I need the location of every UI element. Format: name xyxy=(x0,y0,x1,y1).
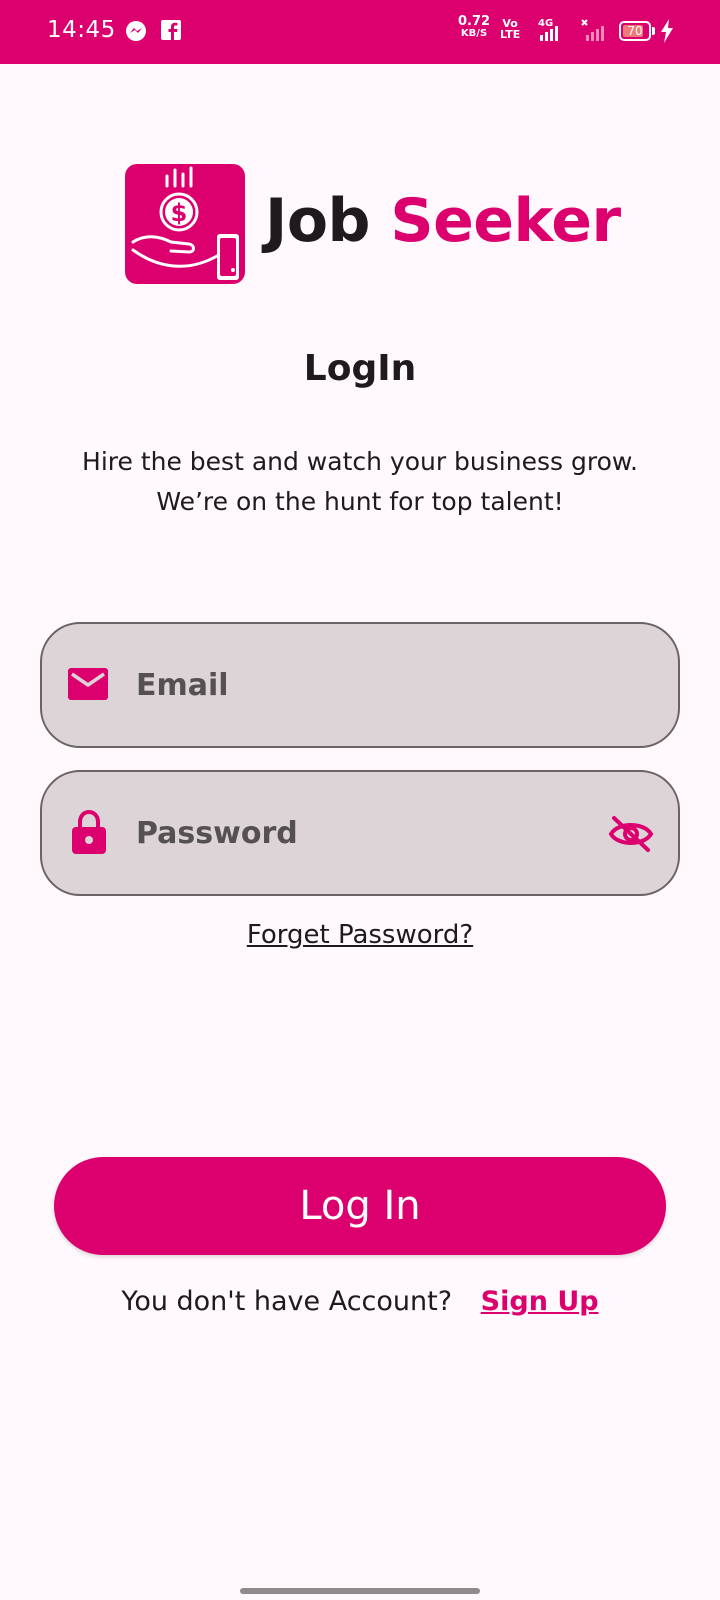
login-button[interactable]: Log In xyxy=(54,1157,666,1255)
network-speed-unit: KB/S xyxy=(460,28,488,39)
volte-indicator: Vo LTE xyxy=(500,18,520,40)
page-title: LogIn xyxy=(303,348,417,389)
forget-password-link[interactable]: Forget Password? xyxy=(0,920,720,950)
app-logo: $ xyxy=(125,164,245,284)
subtitle: Hire the best and watch your business gr… xyxy=(40,442,680,522)
svg-text:$: $ xyxy=(171,199,188,227)
email-input[interactable] xyxy=(136,624,576,746)
password-field[interactable] xyxy=(40,770,680,896)
email-field[interactable] xyxy=(40,622,680,748)
subtitle-line-1: Hire the best and watch your business gr… xyxy=(82,447,638,476)
no-signal-icon xyxy=(580,18,606,48)
charging-icon xyxy=(660,19,674,47)
battery-percent: 70 xyxy=(627,24,643,38)
network-speed: 0.72 KB/S xyxy=(458,14,491,40)
signup-row: You don't have Account? Sign Up xyxy=(0,1286,720,1317)
network-type: 4G xyxy=(538,18,554,29)
status-bar: 14:45 0.72 KB/S Vo LTE 4G 70 xyxy=(0,0,720,64)
signup-prompt: You don't have Account? xyxy=(121,1286,453,1317)
signal-icon: 4G xyxy=(534,18,560,48)
app-name: Job Seeker xyxy=(265,186,621,256)
lock-icon xyxy=(72,809,106,858)
visibility-off-icon[interactable] xyxy=(608,814,654,858)
battery-cap xyxy=(652,27,655,35)
password-input[interactable] xyxy=(136,772,576,894)
money-hand-icon: $ xyxy=(131,166,239,280)
mail-icon xyxy=(68,666,108,706)
signup-link[interactable]: Sign Up xyxy=(481,1286,599,1317)
network-speed-value: 0.72 xyxy=(458,14,491,29)
home-indicator[interactable] xyxy=(240,1588,480,1594)
volte-bottom: LTE xyxy=(500,28,521,41)
facebook-icon xyxy=(161,20,181,44)
battery-icon: 70 xyxy=(619,21,651,41)
app-name-word-2: Seeker xyxy=(390,186,621,256)
messenger-icon xyxy=(125,20,147,46)
subtitle-line-2: We’re on the hunt for top talent! xyxy=(156,487,564,516)
app-name-word-1: Job xyxy=(265,186,371,256)
status-time: 14:45 xyxy=(47,17,116,43)
